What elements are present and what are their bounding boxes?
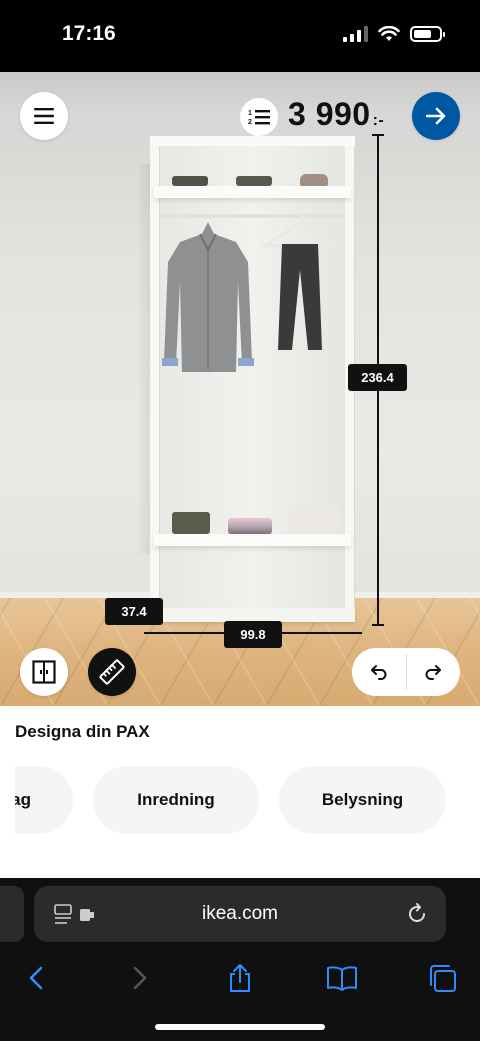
- height-dimension-label: 236.4: [348, 364, 407, 391]
- design-panel: Designa din PAX ag Inredning Belysning: [0, 706, 480, 878]
- status-bar: 17:16: [0, 0, 480, 72]
- menu-button[interactable]: [20, 92, 68, 140]
- redo-button[interactable]: [407, 648, 461, 696]
- battery-icon: [410, 26, 445, 42]
- top-shelf: [154, 186, 351, 198]
- wifi-icon: [378, 26, 400, 41]
- bookmarks-button[interactable]: [320, 956, 364, 1000]
- undo-redo-group: [352, 648, 460, 696]
- svg-text:2: 2: [248, 119, 252, 126]
- tab-inredning[interactable]: Inredning: [93, 766, 259, 834]
- status-time: 17:16: [62, 22, 116, 45]
- panel-title: Designa din PAX: [15, 722, 150, 741]
- browser-toolbar: [0, 956, 480, 1000]
- bookmarks-icon: [327, 966, 357, 991]
- numbered-list-icon: 1 2: [248, 110, 270, 126]
- measurements-button[interactable]: [88, 648, 136, 696]
- bag: [288, 504, 340, 534]
- tabs-icon: [430, 965, 456, 992]
- ruler-icon: [99, 659, 125, 685]
- cellular-signal-icon: [343, 26, 368, 42]
- arrow-right-icon: [426, 107, 446, 125]
- toggle-doors-button[interactable]: [20, 648, 68, 696]
- tab-belysning[interactable]: Belysning: [279, 766, 446, 834]
- summary-list-button[interactable]: 1 2: [240, 98, 278, 136]
- lower-shelf: [154, 534, 351, 546]
- next-button[interactable]: [412, 92, 460, 140]
- undo-button[interactable]: [352, 648, 406, 696]
- tabs-button[interactable]: [420, 956, 464, 1000]
- hanging-pants: [262, 212, 342, 350]
- share-icon: [230, 964, 250, 992]
- redo-icon: [425, 665, 442, 680]
- door-icon: [32, 660, 56, 684]
- hanging-shirt: [162, 222, 254, 372]
- address-bar[interactable]: ikea.com: [34, 886, 446, 942]
- undo-icon: [370, 665, 387, 680]
- browser-chrome: ikea.com: [0, 878, 480, 1041]
- home-indicator: [155, 1024, 325, 1030]
- price-suffix: :-: [372, 112, 385, 129]
- depth-dimension-label: 37.4: [105, 598, 163, 625]
- status-icons: [343, 26, 445, 42]
- previous-tab-peek[interactable]: [0, 886, 24, 942]
- forward-button[interactable]: [118, 956, 162, 1000]
- planner-canvas[interactable]: 236.4 37.4 99.8: [0, 72, 480, 706]
- width-dimension-label: 99.8: [224, 621, 282, 648]
- svg-text:1: 1: [248, 110, 252, 117]
- price-value: 3 990: [288, 96, 371, 132]
- url-text: ikea.com: [201, 903, 279, 924]
- hamburger-menu-icon: [34, 108, 54, 124]
- back-button[interactable]: [14, 956, 58, 1000]
- share-button[interactable]: [218, 956, 262, 1000]
- reload-icon[interactable]: [408, 903, 428, 925]
- total-price: 3 990:-: [288, 96, 384, 133]
- back-icon: [29, 966, 43, 990]
- forward-icon: [133, 966, 147, 990]
